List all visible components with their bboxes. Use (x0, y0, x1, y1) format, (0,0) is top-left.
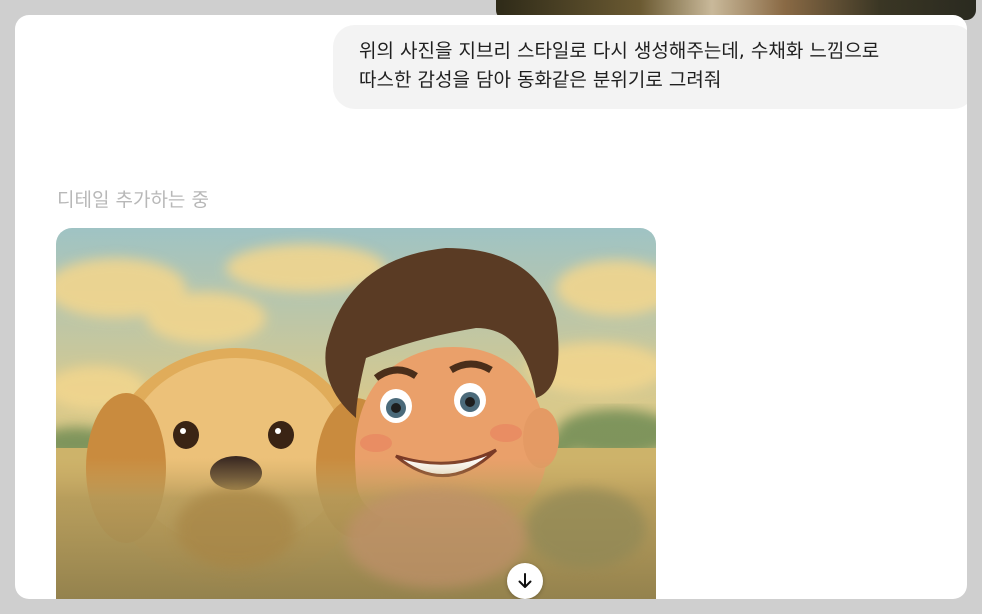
generated-image[interactable] (56, 228, 656, 599)
arrow-down-icon (518, 573, 532, 588)
user-message-line-1: 위의 사진을 지브리 스타일로 다시 생성해주는데, 수채화 느낌으로 (359, 40, 880, 62)
scroll-down-button[interactable] (507, 563, 543, 599)
chat-panel: 위의 사진을 지브리 스타일로 다시 생성해주는데, 수채화 느낌으로 따스한 … (15, 15, 967, 599)
user-message-line-2: 따스한 감성을 담아 동화같은 분위기로 그려줘 (359, 69, 722, 91)
user-message-bubble: 위의 사진을 지브리 스타일로 다시 생성해주는데, 수채화 느낌으로 따스한 … (333, 25, 967, 109)
generation-status: 디테일 추가하는 중 (57, 189, 209, 211)
